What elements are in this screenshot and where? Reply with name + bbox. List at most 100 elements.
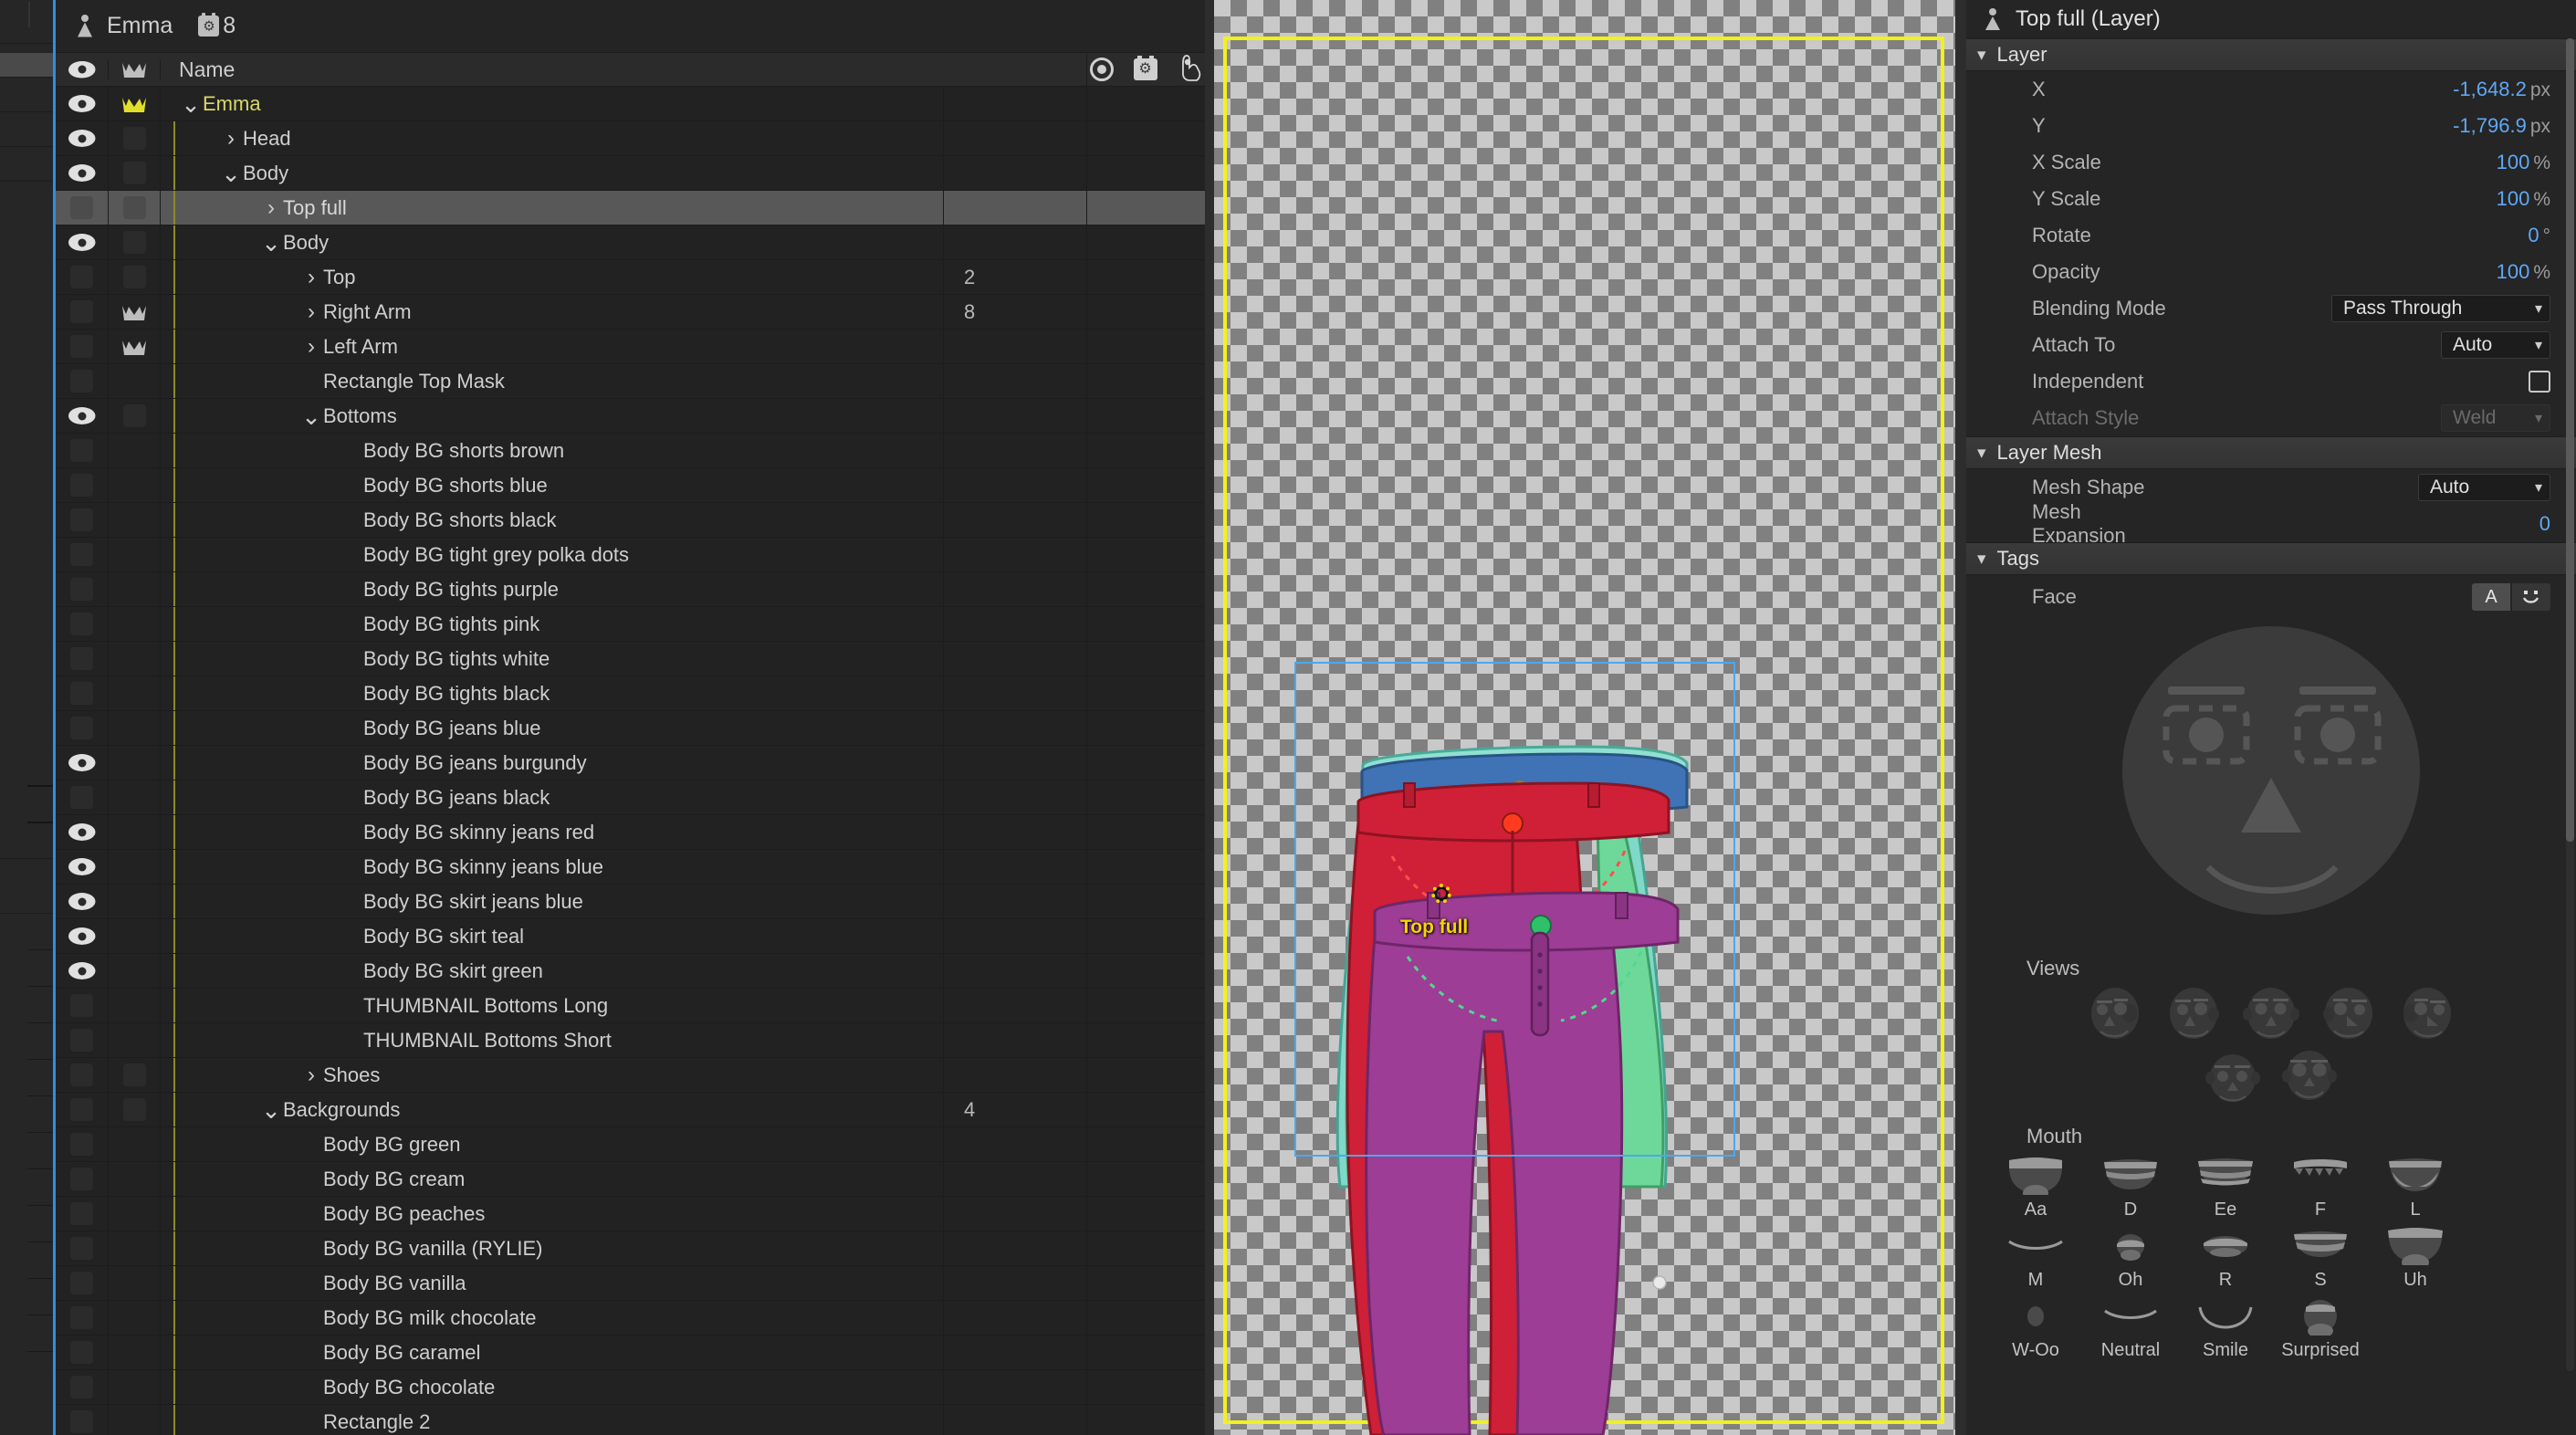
- layer-visibility-toggle[interactable]: [56, 676, 108, 710]
- layer-name-cell[interactable]: Body BG milk chocolate: [161, 1301, 943, 1335]
- layer-name-cell[interactable]: Body BG shorts black: [161, 503, 943, 537]
- table-row[interactable]: ›Right Arm8: [56, 295, 1205, 330]
- property-value[interactable]: 100%: [2176, 187, 2550, 211]
- view-right-three-quarter[interactable]: [2319, 986, 2376, 1045]
- tag-letter-button[interactable]: A: [2472, 583, 2510, 611]
- layer-crown-toggle[interactable]: [108, 780, 161, 814]
- layer-name-cell[interactable]: Rectangle 2: [161, 1405, 943, 1435]
- layer-visibility-toggle[interactable]: [56, 87, 108, 120]
- layer-name-cell[interactable]: Rectangle Top Mask: [161, 364, 943, 398]
- layer-visibility-toggle[interactable]: [56, 434, 108, 467]
- layer-name-cell[interactable]: Body BG vanilla: [161, 1266, 943, 1300]
- layer-visibility-toggle[interactable]: [56, 919, 108, 953]
- layer-name-cell[interactable]: ›Left Arm: [161, 330, 943, 363]
- mouth-neutral[interactable]: Neutral: [2089, 1294, 2173, 1361]
- table-row[interactable]: Rectangle 2: [56, 1405, 1205, 1435]
- mouth-oh[interactable]: Oh: [2089, 1224, 2173, 1291]
- table-row[interactable]: Body BG tights black: [56, 676, 1205, 711]
- table-row[interactable]: ⌄Backgrounds4: [56, 1093, 1205, 1127]
- layer-crown-toggle[interactable]: [108, 87, 161, 120]
- layer-crown-toggle[interactable]: [108, 572, 161, 606]
- layer-visibility-toggle[interactable]: [56, 954, 108, 988]
- layer-crown-toggle[interactable]: [108, 1197, 161, 1231]
- property-value[interactable]: 100%: [2176, 260, 2550, 284]
- layer-visibility-toggle[interactable]: [56, 156, 108, 190]
- layer-visibility-toggle[interactable]: [56, 1162, 108, 1196]
- table-row[interactable]: Body BG jeans black: [56, 780, 1205, 815]
- layer-crown-toggle[interactable]: [108, 607, 161, 641]
- mouth-uh[interactable]: Uh: [2373, 1224, 2457, 1291]
- layer-crown-toggle[interactable]: [108, 815, 161, 849]
- mouth-smile[interactable]: Smile: [2183, 1294, 2267, 1361]
- table-row[interactable]: Body BG vanilla: [56, 1266, 1205, 1301]
- mouth-surprised[interactable]: Surprised: [2278, 1294, 2362, 1361]
- layer-visibility-toggle[interactable]: [56, 364, 108, 398]
- layer-name-cell[interactable]: THUMBNAIL Bottoms Short: [161, 1023, 943, 1057]
- layer-visibility-toggle[interactable]: [56, 225, 108, 259]
- layer-name-cell[interactable]: Body BG tights pink: [161, 607, 943, 641]
- layer-visibility-toggle[interactable]: [56, 642, 108, 676]
- table-row[interactable]: Body BG tight grey polka dots: [56, 538, 1205, 572]
- property-row-y-scale[interactable]: Y Scale 100%: [1966, 181, 2576, 217]
- layer-name-cell[interactable]: ⌄Body: [161, 156, 943, 190]
- layer-crown-toggle[interactable]: [108, 1023, 161, 1057]
- layer-crown-toggle[interactable]: [108, 468, 161, 502]
- layer-visibility-toggle[interactable]: [56, 1023, 108, 1057]
- layer-crown-toggle[interactable]: [108, 885, 161, 918]
- layer-visibility-toggle[interactable]: [56, 780, 108, 814]
- layer-name-cell[interactable]: Body BG vanilla (RYLIE): [161, 1231, 943, 1265]
- section-header-layer-mesh[interactable]: ▾ Layer Mesh: [1966, 436, 2576, 469]
- table-row[interactable]: ›Top2: [56, 260, 1205, 295]
- layer-crown-toggle[interactable]: [108, 642, 161, 676]
- table-row[interactable]: Body BG shorts blue: [56, 468, 1205, 503]
- layer-name-cell[interactable]: Body BG jeans blue: [161, 711, 943, 745]
- chevron-down-icon[interactable]: ⌄: [259, 238, 283, 247]
- table-row[interactable]: Body BG skinny jeans red: [56, 815, 1205, 850]
- layer-crown-toggle[interactable]: [108, 1405, 161, 1435]
- layer-crown-toggle[interactable]: [108, 1162, 161, 1196]
- layer-crown-toggle[interactable]: [108, 1127, 161, 1161]
- attach-to-select[interactable]: Auto ▾: [2441, 331, 2550, 359]
- layer-name-cell[interactable]: Body BG skinny jeans blue: [161, 850, 943, 884]
- layer-name-cell[interactable]: ›Head: [161, 121, 943, 155]
- table-row[interactable]: Body BG skinny jeans blue: [56, 850, 1205, 885]
- tag-face-button[interactable]: [2512, 583, 2550, 611]
- layer-name-cell[interactable]: ⌄Bottoms: [161, 399, 943, 433]
- layer-crown-toggle[interactable]: [108, 434, 161, 467]
- section-header-tags[interactable]: ▾ Tags: [1966, 542, 2576, 575]
- layer-visibility-toggle[interactable]: [56, 191, 108, 225]
- property-value[interactable]: -1,648.2px: [2176, 78, 2550, 101]
- layer-visibility-toggle[interactable]: [56, 468, 108, 502]
- layer-visibility-toggle[interactable]: [56, 572, 108, 606]
- independent-checkbox[interactable]: [2529, 371, 2550, 393]
- layer-name-cell[interactable]: Body BG caramel: [161, 1335, 943, 1369]
- layer-visibility-toggle[interactable]: [56, 746, 108, 780]
- layer-crown-toggle[interactable]: [108, 1301, 161, 1335]
- layer-name-cell[interactable]: ›Right Arm: [161, 295, 943, 329]
- layer-visibility-toggle[interactable]: [56, 989, 108, 1022]
- view-left-profile[interactable]: [2089, 986, 2146, 1045]
- property-value[interactable]: -1,796.9px: [2176, 114, 2550, 138]
- layer-crown-toggle[interactable]: [108, 676, 161, 710]
- view-down[interactable]: [2281, 1049, 2338, 1108]
- layer-name-cell[interactable]: ›Top full: [161, 191, 943, 225]
- layer-name-cell[interactable]: Body BG skirt green: [161, 954, 943, 988]
- blending-mode-select[interactable]: Pass Through ▾: [2331, 295, 2550, 322]
- layer-name-cell[interactable]: ⌄Emma: [161, 87, 943, 120]
- table-row[interactable]: ⌄Body: [56, 156, 1205, 191]
- chevron-down-icon[interactable]: ⌄: [179, 100, 203, 109]
- layer-visibility-toggle[interactable]: [56, 1370, 108, 1404]
- mouth-l[interactable]: L: [2373, 1154, 2457, 1220]
- layer-visibility-toggle[interactable]: [56, 1231, 108, 1265]
- layer-visibility-toggle[interactable]: [56, 1197, 108, 1231]
- table-row[interactable]: THUMBNAIL Bottoms Long: [56, 989, 1205, 1023]
- layer-crown-toggle[interactable]: [108, 260, 161, 294]
- properties-scrollbar[interactable]: [2566, 38, 2574, 1371]
- table-row[interactable]: ›Head: [56, 121, 1205, 156]
- view-up[interactable]: [2204, 1049, 2261, 1108]
- layer-crown-toggle[interactable]: [108, 850, 161, 884]
- property-value[interactable]: 0: [2176, 512, 2550, 536]
- property-value[interactable]: 0°: [2176, 224, 2550, 247]
- table-row[interactable]: ⌄Bottoms: [56, 399, 1205, 434]
- chevron-right-icon[interactable]: ›: [299, 301, 323, 323]
